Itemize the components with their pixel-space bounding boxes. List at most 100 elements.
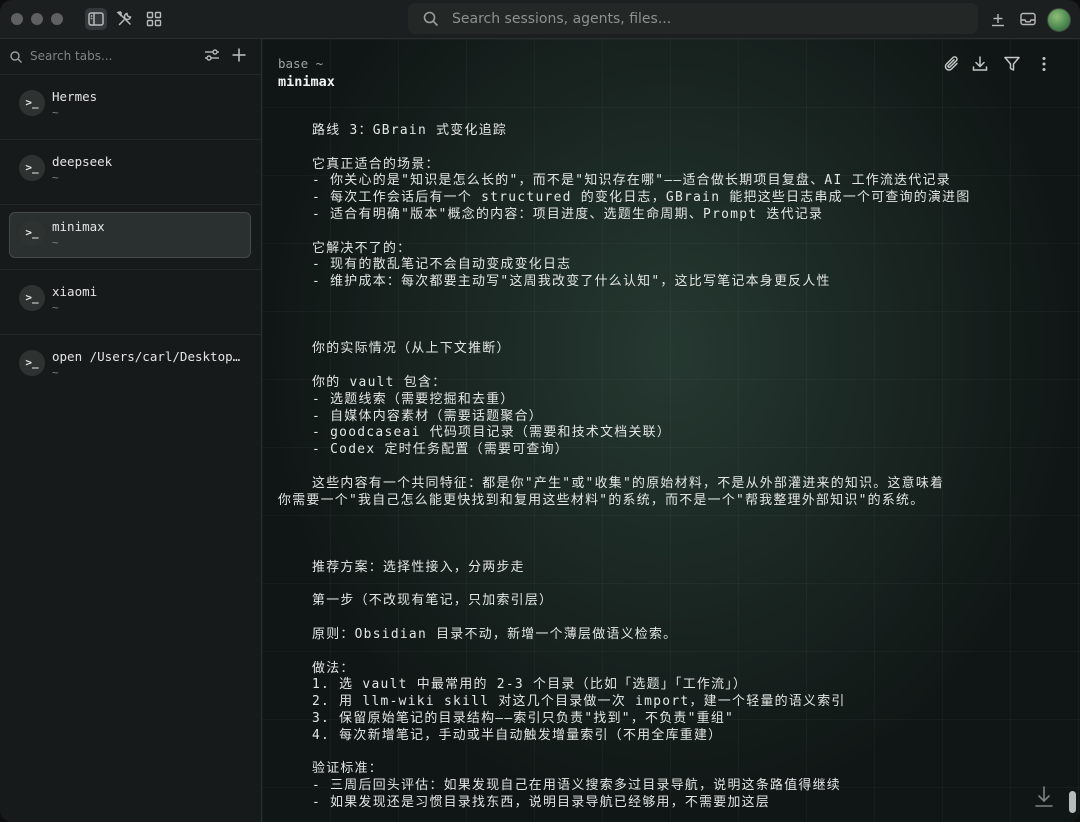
content-line: 它真正适合的场景： [312, 156, 440, 172]
session-path: ~ [52, 236, 59, 249]
content-line: 推荐方案：选择性接入，分两步走 [312, 559, 525, 575]
main-pane: base ~ minimax 路线 3：GBrain 式变化追踪 它真正适合的场… [262, 39, 1080, 822]
content-line [278, 526, 1068, 543]
session-item-hermes[interactable]: >_ Hermes ~ [0, 74, 261, 139]
terminal-icon: >_ [19, 155, 45, 181]
session-name: minimax [52, 219, 105, 234]
content-line [278, 140, 1068, 157]
session-name: open /Users/carl/Desktop/... [52, 349, 247, 364]
content-line: 这些内容有一个共同特征：都是你"产生"或"收集"的原始材料，不是从外部灌进来的知… [312, 475, 945, 491]
more-vertical-icon [1042, 57, 1046, 71]
inbox-button[interactable] [1017, 8, 1039, 30]
session-path: ~ [52, 106, 59, 119]
add-session-button[interactable] [987, 8, 1009, 30]
session-path: ~ [52, 171, 59, 184]
session-item-minimax[interactable]: >_ minimax ~ [0, 204, 261, 269]
tab-search-input[interactable] [28, 45, 202, 67]
plus-box-icon [992, 14, 1004, 27]
sidebar: >_ Hermes ~ >_ deepseek ~ >_ minimax ~ >… [0, 39, 262, 822]
content-line [278, 308, 1068, 325]
download-button[interactable] [970, 54, 990, 74]
tools-icon [116, 11, 132, 26]
new-tab-button[interactable] [229, 45, 249, 65]
more-options-button[interactable] [1034, 54, 1054, 74]
search-icon [9, 49, 23, 63]
filter-button[interactable] [1002, 54, 1022, 74]
content-line: 2. 用 llm-wiki skill 对这几个目录做一次 import，建一个… [312, 694, 846, 710]
scroll-to-bottom-button[interactable] [1032, 784, 1056, 810]
content-line: 3. 保留原始笔记的目录结构——索引只负责"找到"，不负责"重组" [312, 710, 735, 726]
content-line: 4. 每次新增笔记，手动或半自动触发增量索引（不用全库重建） [312, 727, 723, 743]
content-line: - 选题线索（需要挖掘和去重） [312, 391, 515, 407]
close-window-button[interactable] [11, 13, 23, 25]
plus-icon [232, 48, 246, 62]
session-path-label: base ~ [278, 56, 324, 71]
content-line: 路线 3：GBrain 式变化追踪 [312, 123, 508, 138]
tools-button[interactable] [114, 8, 136, 30]
session-name: deepseek [52, 154, 113, 169]
minimize-window-button[interactable] [31, 13, 43, 25]
global-search-input[interactable] [450, 8, 954, 30]
content-line: 它解决不了的： [312, 240, 412, 256]
content-line [278, 744, 1068, 761]
content-line [278, 325, 1068, 342]
sidebar-toggle-button[interactable] [85, 8, 107, 30]
content-line [278, 459, 1068, 476]
session-path: ~ [52, 301, 59, 314]
filter-settings-button[interactable] [202, 45, 222, 65]
content-line: - 你关心的是"知识是怎么长的"，而不是"知识存在哪"——适合做长期项目复盘、A… [312, 173, 951, 189]
content-line: 你的 vault 包含： [312, 374, 447, 390]
avatar[interactable] [1047, 8, 1071, 32]
content-line: - 三周后回头评估：如果发现自己在用语义搜索多过目录导航，说明这条路值得继续 [312, 778, 841, 794]
content-line: - 现有的散乱笔记不会自动变成变化日志 [312, 257, 572, 273]
sliders-icon [205, 49, 219, 61]
download-icon [972, 56, 988, 71]
content-line: 第一步（不改现有笔记，只加索引层） [312, 593, 554, 609]
filter-icon [1004, 56, 1020, 71]
scrollbar-thumb[interactable] [1069, 791, 1076, 813]
content-line: - 维护成本：每次都要主动写"这周我改变了什么认知"，这比写笔记本身更反人性 [312, 274, 831, 290]
session-name: Hermes [52, 89, 98, 104]
session-path: ~ [52, 366, 59, 379]
title-bar [0, 0, 1080, 39]
content-line [278, 291, 1068, 308]
content-line: 你的实际情况（从上下文推断） [312, 341, 511, 357]
terminal-icon: >_ [19, 285, 45, 311]
zoom-window-button[interactable] [51, 13, 63, 25]
session-item-xiaomi[interactable]: >_ xiaomi ~ [0, 269, 261, 334]
message-content: 路线 3：GBrain 式变化追踪 它真正适合的场景： - 你关心的是"知识是怎么长… [278, 123, 1068, 812]
content-line: 验证标准： [312, 761, 383, 777]
terminal-icon: >_ [19, 90, 45, 116]
terminal-icon: >_ [19, 220, 45, 246]
content-line [278, 224, 1068, 241]
session-item-open-desktop[interactable]: >_ open /Users/carl/Desktop/... ~ [0, 334, 261, 399]
terminal-icon: >_ [19, 350, 45, 376]
content-line: - goodcaseai 代码项目记录（需要和技术文档关联） [312, 425, 672, 441]
content-line [278, 358, 1068, 375]
attach-button[interactable] [942, 54, 962, 74]
content-line [278, 644, 1068, 661]
content-line: - 适合有明确"版本"概念的内容：项目进度、选题生命周期、Prompt 迭代记录 [312, 206, 824, 222]
content-line: - Codex 定时任务配置（需要可查询） [312, 442, 569, 458]
content-line: 做法： [312, 660, 355, 676]
content-line [278, 610, 1068, 627]
content-line [278, 577, 1068, 594]
sidebar-icon [88, 12, 104, 26]
content-line [278, 543, 1068, 560]
inbox-icon [1020, 12, 1036, 26]
app-window: >_ Hermes ~ >_ deepseek ~ >_ minimax ~ >… [0, 0, 1080, 822]
session-item-deepseek[interactable]: >_ deepseek ~ [0, 139, 261, 204]
session-list: >_ Hermes ~ >_ deepseek ~ >_ minimax ~ >… [0, 74, 261, 399]
content-line: 你需要一个"我自己怎么能更快找到和复用这些材料"的系统，而不是一个"帮我整理外部… [278, 492, 925, 508]
content-line: - 每次工作会话后有一个 structured 的变化日志，GBrain 能把这… [312, 190, 971, 206]
search-icon [422, 10, 440, 28]
session-title: minimax [278, 74, 335, 90]
paperclip-icon [944, 56, 958, 71]
main-header: base ~ minimax [262, 39, 1080, 101]
content-line: - 自媒体内容素材（需要话题聚合） [312, 408, 543, 424]
content-line: - 如果发现还是习惯目录找东西，说明目录导航已经够用，不需要加这层 [312, 794, 771, 810]
content-line: 原则：Obsidian 目录不动，新增一个薄层做语义检索。 [312, 626, 678, 642]
grid-view-button[interactable] [143, 8, 165, 30]
grid-icon [146, 11, 162, 27]
global-search-box[interactable] [408, 3, 978, 34]
